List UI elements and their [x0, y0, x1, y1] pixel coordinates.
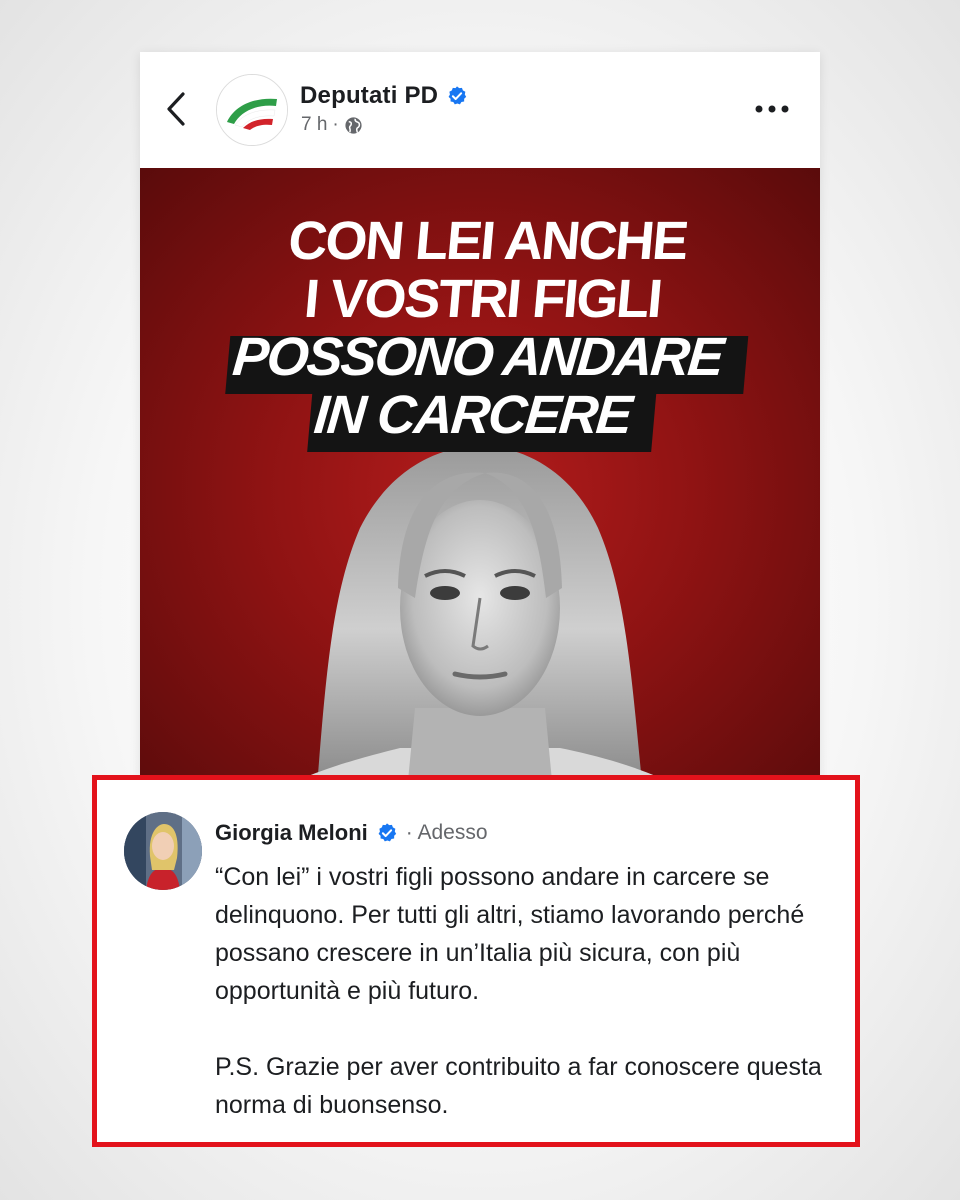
headline-line-4-wrap: IN CARCERE	[140, 385, 815, 445]
back-button[interactable]	[158, 88, 194, 130]
comment-paragraph-1: “Con lei” i vostri figli possono andare …	[215, 863, 805, 1005]
headline-line-3: POSSONO ANDARE	[220, 327, 734, 387]
comment-author-name[interactable]: Giorgia Meloni	[215, 820, 368, 846]
meta-separator: ·	[332, 114, 339, 135]
verified-badge-icon	[378, 823, 396, 842]
headline-line-4: IN CARCERE	[302, 385, 643, 445]
comment-header: Giorgia Meloni · Adesso	[215, 820, 488, 846]
page-name-row: Deputati PD	[300, 82, 468, 110]
comment-body: “Con lei” i vostri figli possono andare …	[215, 858, 845, 1124]
post-image[interactable]: CON LEI ANCHE I VOSTRI FIGLI POSSONO AND…	[140, 168, 820, 812]
comment-highlight-box: Giorgia Meloni · Adesso “Con lei” i vost…	[92, 775, 860, 1147]
post-meta: 7 h ·	[301, 114, 363, 136]
author-photo	[124, 812, 202, 890]
more-horizontal-icon	[755, 105, 789, 113]
headline-line-2: I VOSTRI FIGLI	[301, 269, 664, 329]
comment-author-avatar[interactable]	[124, 812, 202, 890]
comment-time[interactable]: · Adesso	[406, 821, 488, 845]
page-name[interactable]: Deputati PD	[300, 82, 438, 110]
post-time[interactable]: 7 h	[301, 114, 327, 136]
more-options-button[interactable]	[752, 94, 792, 124]
headline-line-3-wrap: POSSONO ANDARE	[140, 327, 820, 387]
headline-line-1: CON LEI ANCHE	[285, 211, 690, 271]
comment-paragraph-2: P.S. Grazie per aver contribuito a far c…	[215, 1053, 822, 1119]
chevron-left-icon	[167, 92, 185, 126]
pd-logo-icon	[217, 75, 287, 145]
globe-icon	[345, 116, 362, 134]
post-card: Deputati PD 7 h · CON LEI ANCHE I VOSTRI…	[140, 52, 820, 812]
verified-badge-icon	[448, 86, 467, 105]
image-headline: CON LEI ANCHE I VOSTRI FIGLI POSSONO AND…	[140, 211, 820, 445]
page-avatar[interactable]	[216, 74, 288, 146]
post-header: Deputati PD 7 h ·	[140, 52, 820, 168]
